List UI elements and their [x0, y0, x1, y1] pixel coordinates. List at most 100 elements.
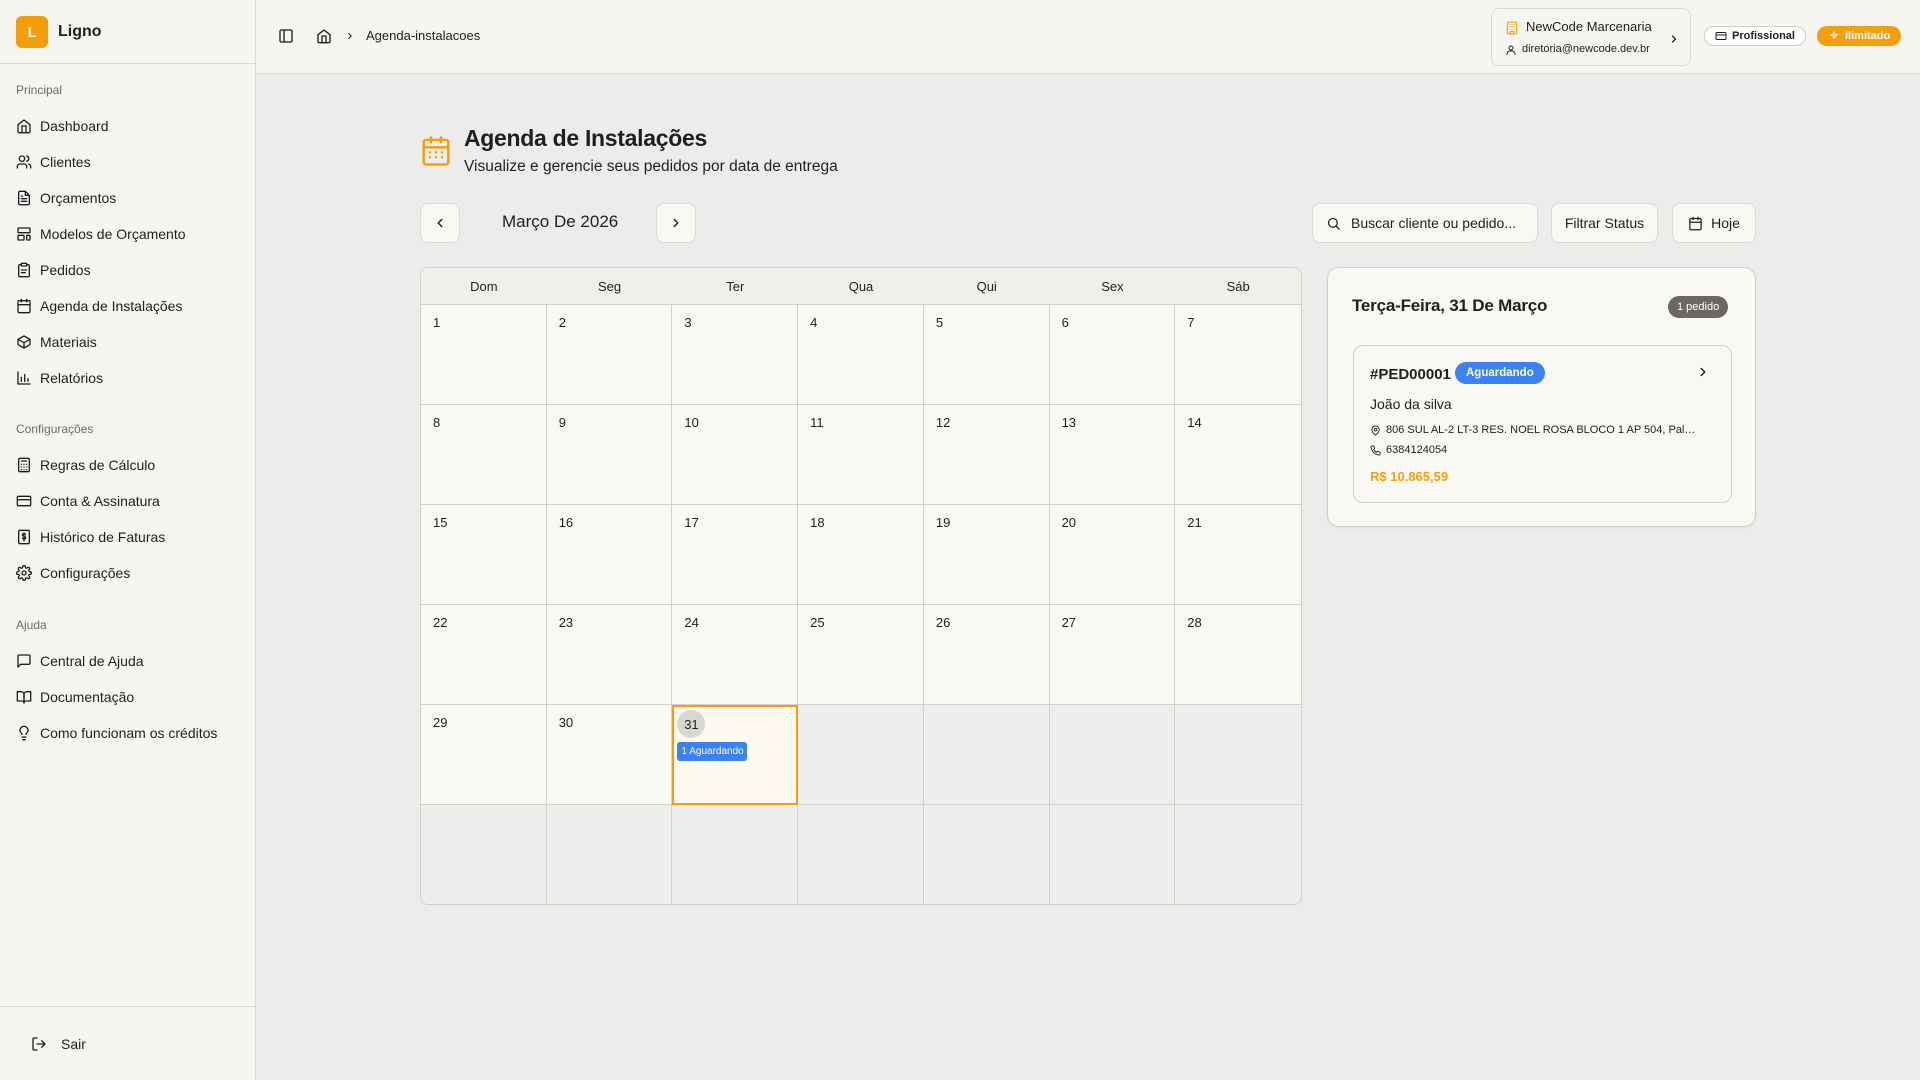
calendar-day-number: 28	[1187, 615, 1202, 630]
company-switcher[interactable]: NewCode Marcenaria diretoria@newcode.dev…	[1491, 8, 1691, 66]
calendar-day[interactable]: 22	[421, 605, 547, 705]
message-square-icon	[17, 654, 31, 668]
sidebar-item-documentacao[interactable]: Documentação	[16, 679, 239, 715]
lightbulb-icon	[19, 725, 29, 741]
sidebar-item-modelos-orcamento[interactable]: Modelos de Orçamento	[16, 216, 239, 252]
calendar-day[interactable]: 3	[672, 305, 799, 405]
calendar-day[interactable]: 6	[1049, 305, 1176, 405]
order-card[interactable]: #PED00001 Aguardando João da silva 806 S…	[1353, 345, 1732, 503]
sidebar-item-relatorios[interactable]: Relatórios	[16, 360, 239, 396]
calendar-day-number: 10	[684, 415, 699, 430]
calendar-day[interactable]: 17	[672, 505, 799, 605]
home-icon[interactable]	[316, 28, 332, 44]
sidebar-item-como-funcionam-creditos[interactable]: Como funcionam os créditos	[16, 715, 239, 751]
brand[interactable]: L Ligno	[0, 0, 255, 64]
sidebar-item-pedidos[interactable]: Pedidos	[16, 252, 239, 288]
calendar-day[interactable]: 24	[672, 605, 799, 705]
calendar-day-number: 14	[1187, 415, 1202, 430]
sidebar-item-configuracoes[interactable]: Configurações	[16, 555, 239, 591]
layout-template-icon	[17, 227, 31, 241]
calendar-day[interactable]: 15	[421, 505, 547, 605]
nav-section-label: Ajuda	[16, 618, 47, 632]
logout-label: Sair	[61, 1035, 86, 1052]
calendar-icon	[1689, 216, 1702, 230]
calendar-day[interactable]: 21	[1175, 505, 1301, 605]
calendar-event-chip[interactable]: 1 Aguardando	[677, 742, 748, 761]
calendar-day[interactable]: 31 1 Aguardando	[672, 705, 799, 805]
today-button[interactable]: Hoje	[1672, 203, 1756, 243]
sidebar-item-label: Clientes	[40, 154, 91, 170]
credits-badge[interactable]: Ilimitado	[1817, 26, 1902, 46]
calendar-day[interactable]: 30	[546, 705, 673, 805]
calendar-day-number: 15	[433, 515, 448, 530]
calendar-day-number: 6	[1061, 315, 1069, 330]
calendar-day[interactable]: 12	[923, 405, 1050, 505]
map-pin-icon	[1371, 424, 1380, 436]
credit-card-icon	[1715, 32, 1727, 40]
chevron-right-icon[interactable]	[1696, 365, 1710, 379]
calendar-day[interactable]: 9	[546, 405, 673, 505]
calendar-day[interactable]: 14	[1175, 405, 1301, 505]
sidebar-item-clientes[interactable]: Clientes	[16, 144, 239, 180]
sidebar-item-label: Central de Ajuda	[40, 653, 144, 669]
next-month-button[interactable]	[656, 203, 696, 243]
nav-section-configuracoes: Configurações Regras de Cálculo Conta & …	[0, 420, 255, 591]
sidebar-item-agenda-instalacoes[interactable]: Agenda de Instalações	[16, 288, 239, 324]
calendar-grid: Dom Seg Ter Qua Qui Sex Sáb 1 2 3 4 5 6 7 8 9 10 1…	[420, 267, 1302, 905]
sidebar-item-dashboard[interactable]: Dashboard	[16, 108, 239, 144]
sidebar-item-historico-faturas[interactable]: Histórico de Faturas	[16, 519, 239, 555]
order-phone-text: 6384124054	[1386, 444, 1448, 456]
calendar-day-number: 30	[558, 715, 574, 730]
calendar-day[interactable]: 13	[1049, 405, 1176, 505]
calendar-day[interactable]: 28	[1175, 605, 1301, 705]
calendar-day[interactable]: 7	[1175, 305, 1301, 405]
month-label: Março De 2026	[502, 212, 619, 231]
logout-button[interactable]: Sair	[0, 1006, 255, 1080]
prev-month-button[interactable]	[420, 203, 460, 243]
calculator-icon	[18, 457, 30, 473]
sidebar-item-label: Como funcionam os créditos	[40, 725, 218, 741]
calendar-day[interactable]: 27	[1049, 605, 1176, 705]
sidebar-item-conta-assinatura[interactable]: Conta & Assinatura	[16, 483, 239, 519]
calendar-day[interactable]: 8	[421, 405, 547, 505]
calendar-day[interactable]: 5	[923, 305, 1050, 405]
sidebar-item-label: Regras de Cálculo	[40, 457, 156, 473]
calendar-icon	[422, 136, 450, 166]
sidebar-toggle-icon[interactable]	[278, 28, 294, 44]
calendar-day[interactable]: 10	[672, 405, 799, 505]
calendar-day[interactable]: 23	[546, 605, 673, 705]
calendar-day[interactable]: 25	[798, 605, 924, 705]
nav-section-label: Principal	[16, 83, 63, 97]
sparkles-icon	[1830, 31, 1838, 39]
calendar-day[interactable]: 29	[421, 705, 547, 805]
calendar-day[interactable]: 4	[798, 305, 924, 405]
file-text-icon	[18, 190, 30, 206]
calendar-day[interactable]: 19	[923, 505, 1050, 605]
calendar-day[interactable]: 2	[546, 305, 673, 405]
calendar-day-number: 11	[810, 415, 824, 430]
calendar-day[interactable]: 11	[798, 405, 924, 505]
sidebar-item-regras-calculo[interactable]: Regras de Cálculo	[16, 447, 239, 483]
calendar-day-number: 31	[677, 710, 706, 738]
sidebar-item-materiais[interactable]: Materiais	[16, 324, 239, 360]
calendar-day[interactable]: 20	[1049, 505, 1176, 605]
bar-chart-icon	[17, 371, 31, 385]
sidebar-item-central-ajuda[interactable]: Central de Ajuda	[16, 643, 239, 679]
calendar-day[interactable]: 16	[546, 505, 673, 605]
plan-badge[interactable]: Profissional	[1704, 26, 1806, 46]
calendar-day[interactable]: 1	[421, 305, 547, 405]
calendar-day-number: 17	[684, 515, 699, 530]
calendar-day-empty	[1175, 705, 1301, 805]
user-icon	[1506, 45, 1516, 55]
nav-section-label: Configurações	[16, 422, 94, 436]
search-input[interactable]: Buscar cliente ou pedido...	[1312, 203, 1538, 243]
calendar-day[interactable]: 18	[798, 505, 924, 605]
filter-status-button[interactable]: Filtrar Status	[1551, 203, 1658, 243]
plan-label: Profissional	[1732, 30, 1795, 42]
sidebar-item-label: Agenda de Instalações	[40, 298, 183, 314]
calendar-day-number: 29	[433, 715, 448, 730]
calendar-day[interactable]: 26	[923, 605, 1050, 705]
order-count-badge: 1 pedido	[1668, 296, 1729, 318]
calendar-day-number: 23	[558, 615, 574, 630]
sidebar-item-orcamentos[interactable]: Orçamentos	[16, 180, 239, 216]
